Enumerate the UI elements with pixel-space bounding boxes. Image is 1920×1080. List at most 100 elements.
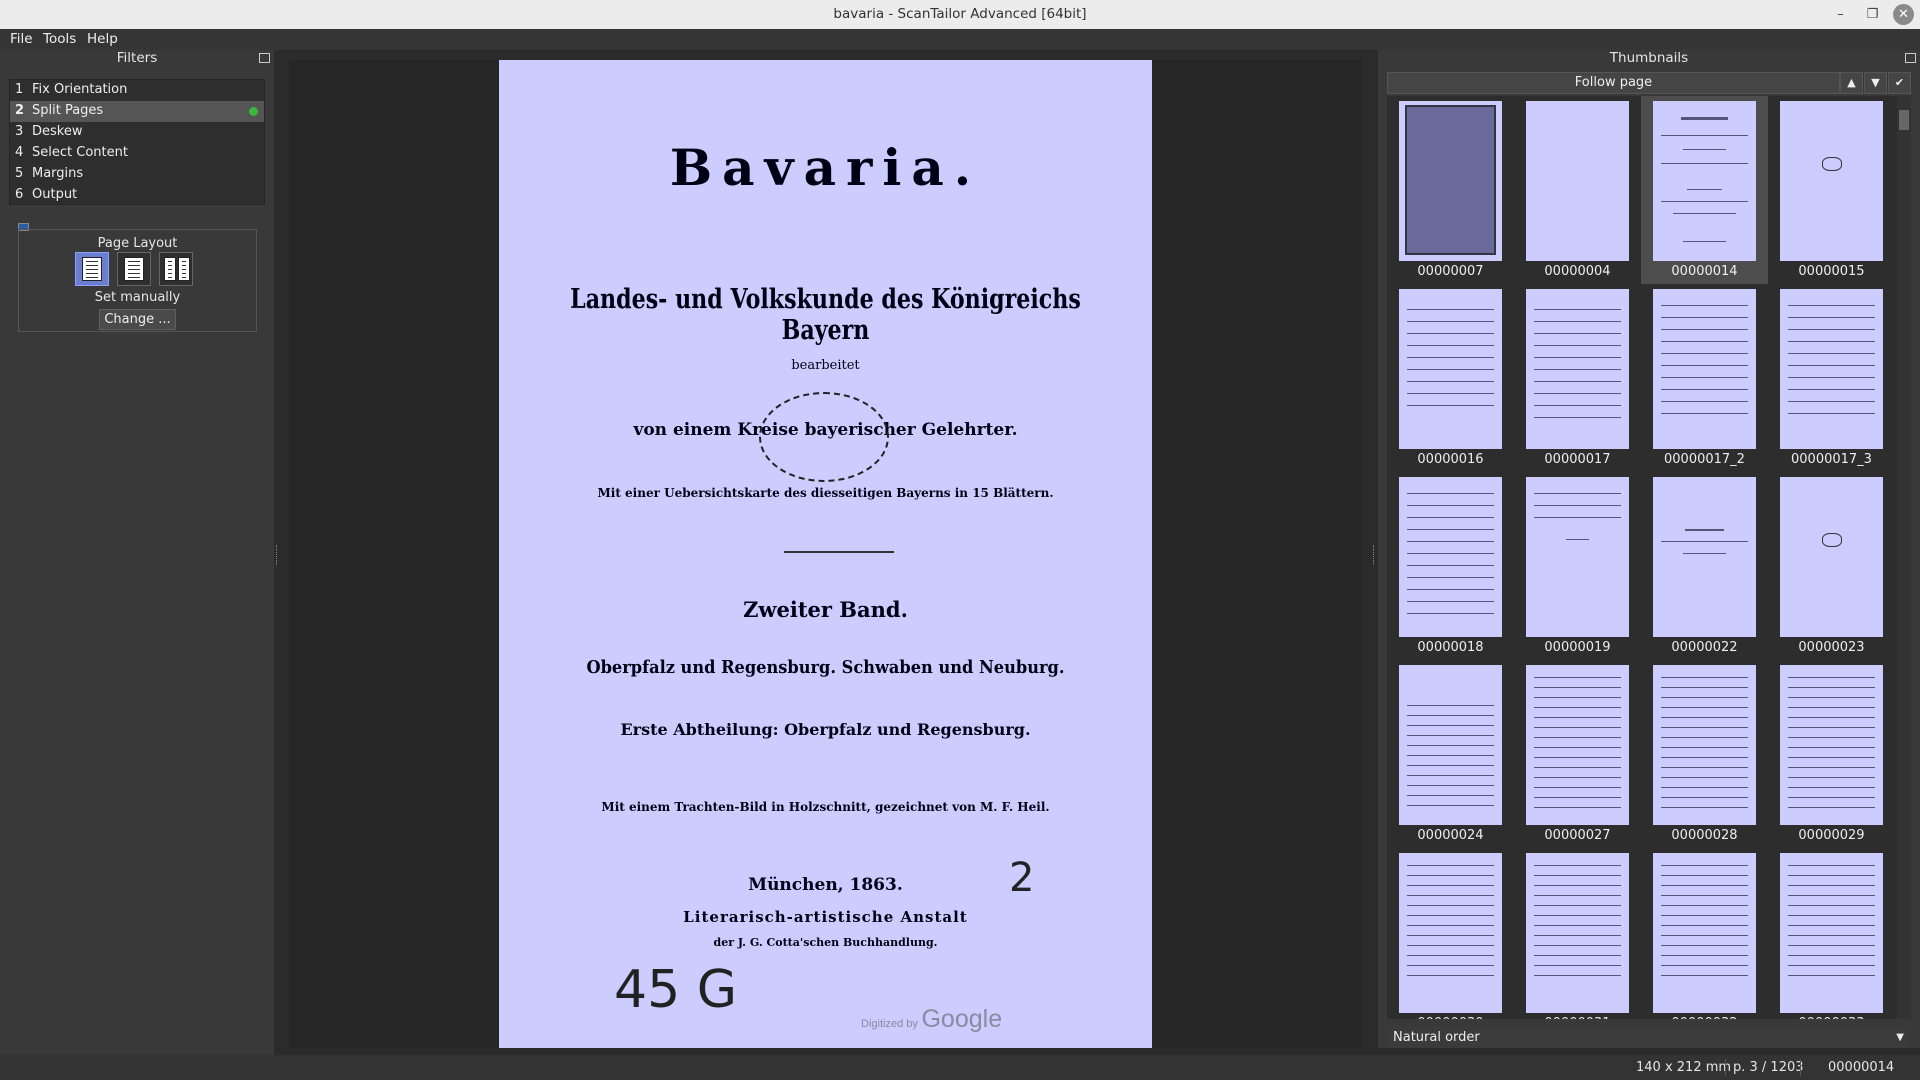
scroll-up-icon[interactable]: ▲ — [1840, 72, 1863, 94]
thumbnail-label: 00000032 — [1641, 1016, 1768, 1019]
divider — [784, 551, 894, 553]
stamp-mark — [1822, 533, 1842, 547]
thumbnail-item[interactable]: 00000017_3 — [1768, 284, 1895, 472]
page-thumbnail — [1653, 477, 1756, 637]
left-page-icon — [164, 257, 176, 281]
stage-deskew[interactable]: 3 Deskew — [10, 122, 264, 143]
sort-order-select[interactable]: Natural order ▼ — [1387, 1027, 1910, 1048]
thumbnail-item[interactable]: 00000023 — [1768, 472, 1895, 660]
thumbnail-label: 00000027 — [1544, 828, 1611, 843]
stage-number: 1 — [15, 82, 24, 97]
divider — [1725, 1059, 1726, 1076]
page-counter: p. 3 / 1203 — [1733, 1060, 1804, 1075]
page-text: Literarisch-artistische Anstalt — [683, 908, 968, 926]
check-icon[interactable]: ✔ — [1888, 72, 1911, 94]
close-button[interactable]: ✕ — [1893, 4, 1914, 25]
thumbnail-label: 00000029 — [1798, 828, 1865, 843]
page-text: Mit einer Uebersichtskarte des diesseiti… — [597, 486, 1054, 500]
undock-icon[interactable] — [259, 53, 270, 63]
thumbnail-label: 00000031 — [1514, 1016, 1641, 1019]
page-thumbnail — [1653, 101, 1756, 261]
thumbnail-item[interactable]: 00000018 — [1387, 472, 1514, 660]
two-page-layout-button[interactable] — [159, 252, 193, 286]
splitter-handle[interactable] — [1373, 545, 1376, 565]
thumbnails-panel: Thumbnails Follow page ▲ ▼ ✔ 00000007 00… — [1378, 50, 1920, 1048]
thumbnail-item[interactable]: 00000017 — [1514, 284, 1641, 472]
stage-margins[interactable]: 5 Margins — [10, 164, 264, 185]
thumbnail-item[interactable]: 00000030 — [1387, 848, 1514, 1019]
thumbnail-item[interactable]: 00000032 — [1641, 848, 1768, 1019]
thumbnail-item[interactable]: 00000028 — [1641, 660, 1768, 848]
thumbnail-item[interactable]: 00000029 — [1768, 660, 1895, 848]
stage-number: 4 — [15, 145, 24, 160]
menu-help[interactable]: Help — [87, 31, 118, 47]
stamp-mark — [1822, 157, 1842, 171]
thumbnail-item[interactable]: 00000004 — [1514, 96, 1641, 284]
menu-file[interactable]: File — [10, 31, 33, 47]
menu-bar: File Tools Help — [0, 29, 1920, 50]
undock-icon[interactable] — [1905, 53, 1916, 63]
minimize-button[interactable]: – — [1830, 4, 1851, 25]
digitized-prefix: Digitized by — [861, 1018, 918, 1030]
stage-output[interactable]: 6 Output — [10, 185, 264, 206]
page-thumbnail — [1526, 289, 1629, 449]
splitter-handle[interactable] — [276, 545, 279, 565]
thumbnail-item[interactable]: 00000019 — [1514, 472, 1641, 660]
page-layout-title: Page Layout — [97, 236, 178, 251]
page-text: Mit einem Trachten-Bild in Holzschnitt, … — [601, 800, 1050, 814]
thumbnail-label: 00000017 — [1544, 452, 1611, 467]
stage-fix-orientation[interactable]: 1 Fix Orientation — [10, 80, 264, 101]
thumbnail-label: 00000017_3 — [1791, 452, 1872, 467]
thumbnail-item[interactable]: 00000007 — [1387, 96, 1514, 284]
page-layout-group: Page Layout Set manually Change ... — [18, 229, 257, 332]
thumbnail-item[interactable]: 00000031 — [1514, 848, 1641, 1019]
google-wordmark: Google — [921, 1005, 1003, 1033]
stage-label: Select Content — [32, 145, 128, 160]
thumbnail-scrollbar[interactable] — [1897, 96, 1911, 1019]
page-text: Oberpfalz und Regensburg. Schwaben und N… — [586, 657, 1065, 678]
digitized-by-google: Digitized by Google — [861, 1005, 1002, 1034]
scroll-down-icon[interactable]: ▼ — [1864, 72, 1887, 94]
cut-page-layout-button[interactable] — [117, 252, 151, 286]
status-dot-icon — [249, 107, 258, 116]
thumbnail-item-current[interactable]: 00000014 — [1641, 96, 1768, 284]
stage-select-content[interactable]: 4 Select Content — [10, 143, 264, 164]
thumbnail-label: 00000024 — [1417, 828, 1484, 843]
maximize-button[interactable]: ❐ — [1862, 4, 1883, 25]
change-layout-button[interactable]: Change ... — [99, 309, 176, 330]
thumbnail-item[interactable]: 00000015 — [1768, 96, 1895, 284]
menu-tools[interactable]: Tools — [43, 31, 76, 47]
page-thumbnail — [1526, 665, 1629, 825]
page-text: der J. G. Cotta'schen Buchhandlung. — [713, 936, 938, 949]
page-thumbnail — [1399, 665, 1502, 825]
stage-label: Fix Orientation — [32, 82, 128, 97]
thumbnail-label: 00000015 — [1798, 264, 1865, 279]
scrollbar-handle[interactable] — [1899, 110, 1909, 130]
stage-label: Output — [32, 187, 78, 202]
page-thumbnail — [1780, 477, 1883, 637]
thumbnail-label: 00000028 — [1671, 828, 1738, 843]
thumbnail-item[interactable]: 00000027 — [1514, 660, 1641, 848]
thumbnail-item[interactable]: 00000016 — [1387, 284, 1514, 472]
stage-label: Deskew — [32, 124, 83, 139]
stage-number: 3 — [15, 124, 24, 139]
page-title: Bavaria. — [669, 138, 982, 197]
page-thumbnail — [1780, 289, 1883, 449]
thumbnail-item[interactable]: 00000017_2 — [1641, 284, 1768, 472]
thumbnail-item[interactable]: 00000022 — [1641, 472, 1768, 660]
thumbnail-item[interactable]: 00000033 — [1768, 848, 1895, 1019]
stage-number: 5 — [15, 166, 24, 181]
filters-panel: Filters 1 Fix Orientation 2 Split Pages 3D… — [0, 50, 274, 1055]
page-thumbnail — [1399, 289, 1502, 449]
follow-page-button[interactable]: Follow page — [1387, 72, 1840, 94]
cut-page-icon — [124, 257, 144, 281]
single-page-layout-button[interactable] — [75, 252, 109, 286]
image-view[interactable]: Bavaria. Landes- und Volkskunde des Köni… — [289, 60, 1362, 1048]
thumbnail-label: 00000016 — [1417, 452, 1484, 467]
current-page-id: 00000014 — [1828, 1060, 1895, 1075]
thumbnails-title: Thumbnails — [1609, 50, 1689, 66]
page-text: München, 1863. — [748, 875, 903, 895]
thumbnail-item[interactable]: 00000024 — [1387, 660, 1514, 848]
stage-split-pages[interactable]: 2 Split Pages — [10, 101, 264, 122]
engraving-image — [1405, 105, 1496, 255]
